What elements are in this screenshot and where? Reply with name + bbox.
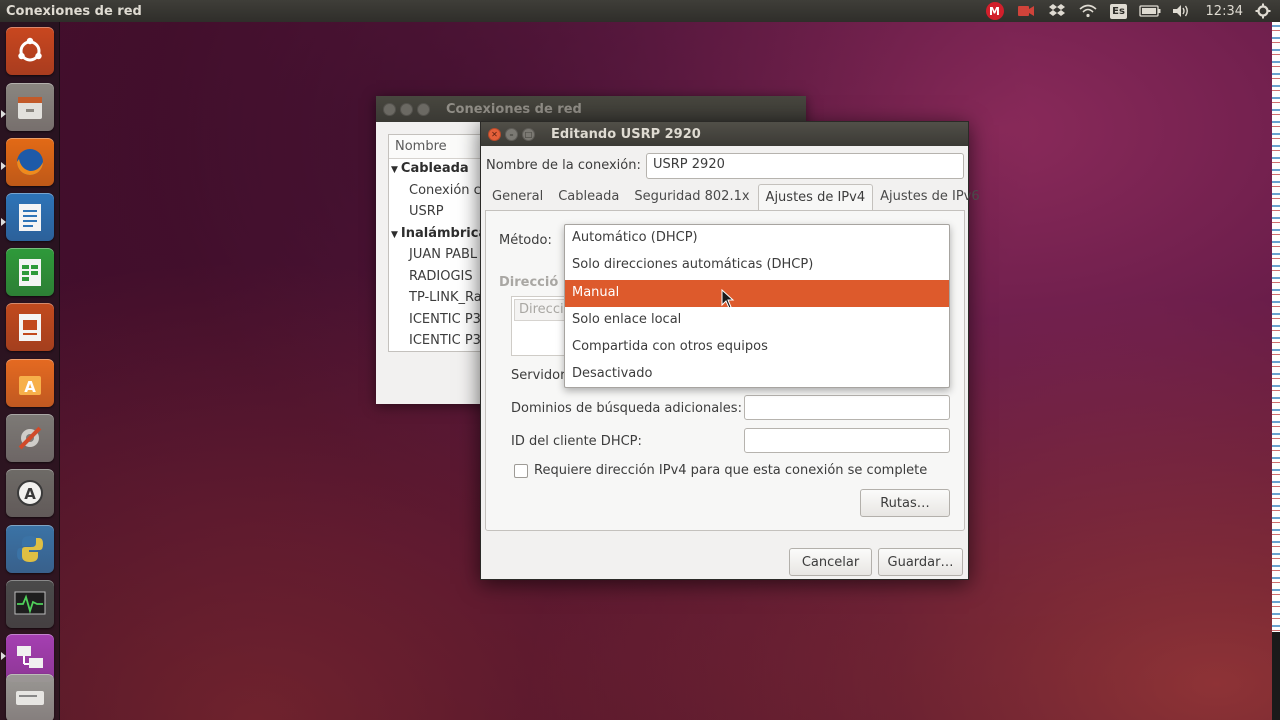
routes-button[interactable]: Rutas… [860,489,950,517]
launcher-system-settings[interactable] [6,414,54,462]
launcher-calc[interactable] [6,248,54,296]
launcher-software-center[interactable]: A [6,359,54,407]
software-center-icon: A [14,367,46,399]
volume-icon[interactable] [1170,0,1192,22]
settings-wrench-icon [14,422,46,454]
method-option-compartida-con-otros-equipos[interactable]: Compartida con otros equipos [565,334,949,361]
require-ipv4-checkbox[interactable] [514,464,528,478]
connection-name-input[interactable]: USRP 2920 [646,153,964,179]
network-connections-icon [13,642,47,674]
address-column-header: Direcci [514,299,568,321]
launcher-writer[interactable] [6,193,54,241]
connection-row-label: TP-LINK_Ra [409,290,482,305]
svg-text:A: A [24,378,36,396]
window-title: Conexiones de red [446,101,582,117]
clock[interactable]: 12:34 [1206,4,1243,19]
svg-text:A: A [24,485,36,503]
screen-artifact-dark [1272,632,1280,720]
system-monitor-icon [13,589,47,619]
wifi-icon[interactable] [1077,0,1099,22]
session-gear-icon[interactable] [1252,0,1274,22]
save-button[interactable]: Guardar… [878,548,963,576]
maximize-icon[interactable] [417,102,430,116]
dropbox-icon[interactable] [1046,0,1068,22]
mail-indicator[interactable]: M [984,0,1006,22]
launcher-firefox[interactable] [6,138,54,186]
indicator-tray: M Es 12:34 [975,0,1280,22]
method-option-automatico-dhcp[interactable]: Automático (DHCP) [565,225,949,252]
dhcp-client-id-label: ID del cliente DHCP: [511,434,642,449]
tab-ajustes-de-ipv6[interactable]: Ajustes de IPv6 [873,184,988,211]
tab-cableada[interactable]: Cableada [551,184,627,211]
removable-drive-icon [13,683,47,713]
python-icon [14,533,46,565]
connection-row-label: RADIOGIS [409,268,473,284]
cancel-button[interactable]: Cancelar [789,548,872,576]
top-panel: Conexiones de red M Es 12:34 [0,0,1280,22]
dhcp-client-id-input[interactable] [744,428,950,453]
connection-row-label: Conexión c [409,182,481,198]
running-app-indicator [1,218,6,226]
keyboard-icon: Es [1110,3,1128,19]
connection-row-label: ICENTIC P3- [409,311,486,327]
search-domains-input[interactable] [744,395,950,420]
connection-row-label: ICENTIC P3- [409,333,486,348]
addresses-label: Direcció [499,275,559,290]
addresses-table[interactable]: Direcci [511,296,571,356]
tab-ajustes-de-ipv4[interactable]: Ajustes de IPv4 [757,184,874,211]
method-option-desactivado[interactable]: Desactivado [565,361,949,388]
connection-row-label: JUAN PABL [409,247,478,262]
launcher-updater[interactable]: A [6,469,54,517]
require-ipv4-label: Requiere dirección IPv4 para que esta co… [534,463,928,478]
camera-recording-icon[interactable] [1015,0,1037,22]
edit-dialog-titlebar[interactable]: ✕ – □ Editando USRP 2920 [481,122,968,146]
mouse-cursor-icon [721,289,735,309]
method-option-solo-direcciones-automaticas-dhcp[interactable]: Solo direcciones automáticas (DHCP) [565,252,949,279]
network-connections-titlebar[interactable]: Conexiones de red [376,96,806,122]
connection-row-label: USRP [409,204,444,219]
connection-row-label: Cableada [400,161,469,176]
method-option-manual[interactable]: Manual [565,279,949,307]
launcher: AA [0,22,60,720]
connection-row-label: Inalámbrica [400,225,488,241]
dialog-title: Editando USRP 2920 [551,126,701,142]
mail-badge-icon: M [985,2,1004,20]
method-label: Método: [499,233,552,248]
search-domains-label: Dominios de búsqueda adicionales: [511,401,742,416]
launcher-system-monitor[interactable] [6,580,54,628]
minimize-icon[interactable] [400,102,413,116]
launcher-drive[interactable] [6,674,54,720]
launcher-files[interactable] [6,83,54,131]
calc-spreadsheet-icon [15,256,45,288]
minimize-icon[interactable]: – [505,127,518,141]
dns-servers-label: Servidor [511,368,566,383]
method-dropdown-menu: Automático (DHCP) Solo direcciones automá… [564,224,950,388]
close-icon[interactable] [383,102,396,116]
expander-arrow-icon[interactable]: ▼ [391,165,398,175]
firefox-icon [13,145,47,179]
launcher-dash[interactable] [6,27,54,75]
battery-icon[interactable] [1138,0,1161,22]
settings-tabs: General Cableada Seguridad 802.1x Ajustes d… [485,184,988,211]
connection-name-label: Nombre de la conexión: [486,158,641,173]
tab-seguridad-802-1x[interactable]: Seguridad 802.1x [627,184,757,211]
active-app-title: Conexiones de red [6,3,142,19]
launcher-python[interactable] [6,525,54,573]
launcher-impress[interactable] [6,303,54,351]
impress-presentation-icon [15,311,45,343]
writer-document-icon [15,201,45,233]
software-updater-icon: A [14,477,46,509]
running-app-indicator [1,110,6,118]
file-cabinet-icon [14,91,46,123]
running-app-indicator [1,162,6,170]
method-option-solo-enlace-local[interactable]: Solo enlace local [565,307,949,334]
expander-arrow-icon[interactable]: ▼ [391,230,398,240]
screen-artifact-strip [1272,22,1280,632]
keyboard-language-indicator[interactable]: Es [1108,0,1130,22]
maximize-icon[interactable]: □ [522,127,535,141]
running-app-indicator [1,652,6,660]
ubuntu-logo-icon [14,35,46,67]
tab-general[interactable]: General [485,184,551,211]
close-icon[interactable]: ✕ [488,127,501,141]
